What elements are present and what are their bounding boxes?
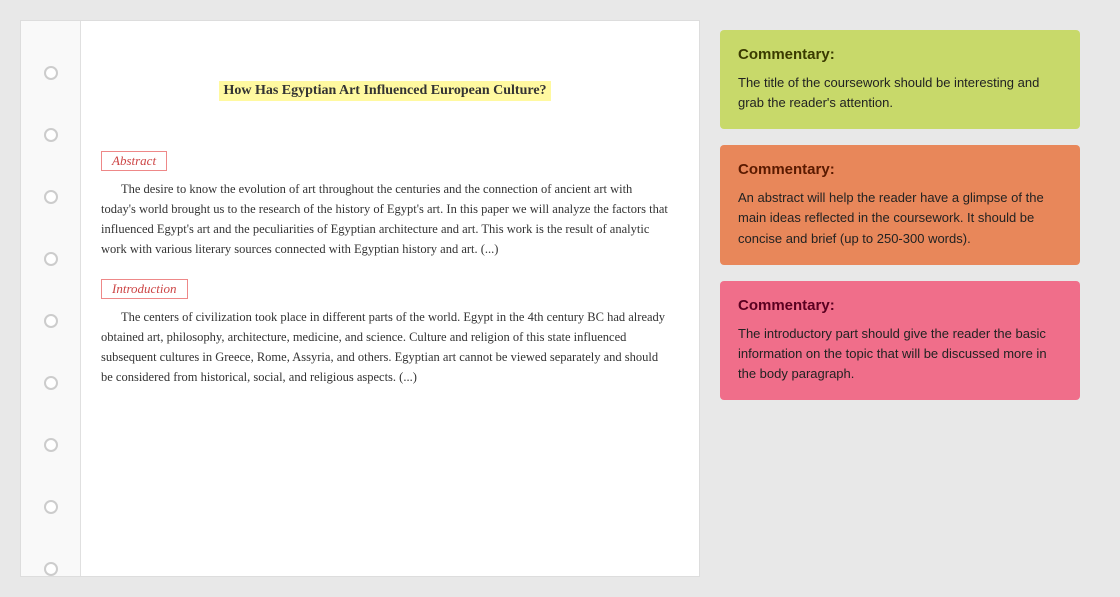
introduction-section-label: Introduction	[101, 279, 188, 299]
abstract-section-label: Abstract	[101, 151, 167, 171]
commentary-title-title-commentary: Commentary:	[738, 46, 1062, 63]
abstract-paragraph: The desire to know the evolution of art …	[101, 179, 669, 259]
commentary-title-intro-commentary: Commentary:	[738, 297, 1062, 314]
introduction-label: Introduction	[101, 279, 669, 307]
title-wrapper: How Has Egyptian Art Influenced European…	[101, 41, 669, 131]
doc-radio-1[interactable]	[44, 66, 58, 80]
doc-radio-6[interactable]	[44, 376, 58, 390]
doc-radio-7[interactable]	[44, 438, 58, 452]
commentary-title-abstract-commentary: Commentary:	[738, 161, 1062, 178]
commentary-card-abstract-commentary: Commentary: An abstract will help the rea…	[720, 145, 1080, 264]
commentary-card-intro-commentary: Commentary: The introductory part should …	[720, 281, 1080, 400]
commentary-card-title-commentary: Commentary: The title of the coursework s…	[720, 30, 1080, 129]
commentary-text-title-commentary: The title of the coursework should be in…	[738, 73, 1062, 113]
introduction-section: Introduction The centers of civilization…	[101, 279, 669, 387]
doc-radio-8[interactable]	[44, 500, 58, 514]
doc-radio-5[interactable]	[44, 314, 58, 328]
commentary-text-intro-commentary: The introductory part should give the re…	[738, 324, 1062, 384]
commentary-panel: Commentary: The title of the coursework s…	[720, 20, 1080, 400]
doc-radio-2[interactable]	[44, 128, 58, 142]
abstract-section: Abstract The desire to know the evolutio…	[101, 151, 669, 259]
document-panel: How Has Egyptian Art Influenced European…	[20, 20, 700, 577]
doc-radio-4[interactable]	[44, 252, 58, 266]
doc-sidebar	[21, 21, 81, 576]
doc-radio-3[interactable]	[44, 190, 58, 204]
doc-content: How Has Egyptian Art Influenced European…	[81, 21, 699, 576]
document-title: How Has Egyptian Art Influenced European…	[219, 81, 550, 101]
abstract-label: Abstract	[101, 151, 669, 179]
commentary-text-abstract-commentary: An abstract will help the reader have a …	[738, 188, 1062, 248]
doc-radio-9[interactable]	[44, 562, 58, 576]
introduction-paragraph: The centers of civilization took place i…	[101, 307, 669, 387]
